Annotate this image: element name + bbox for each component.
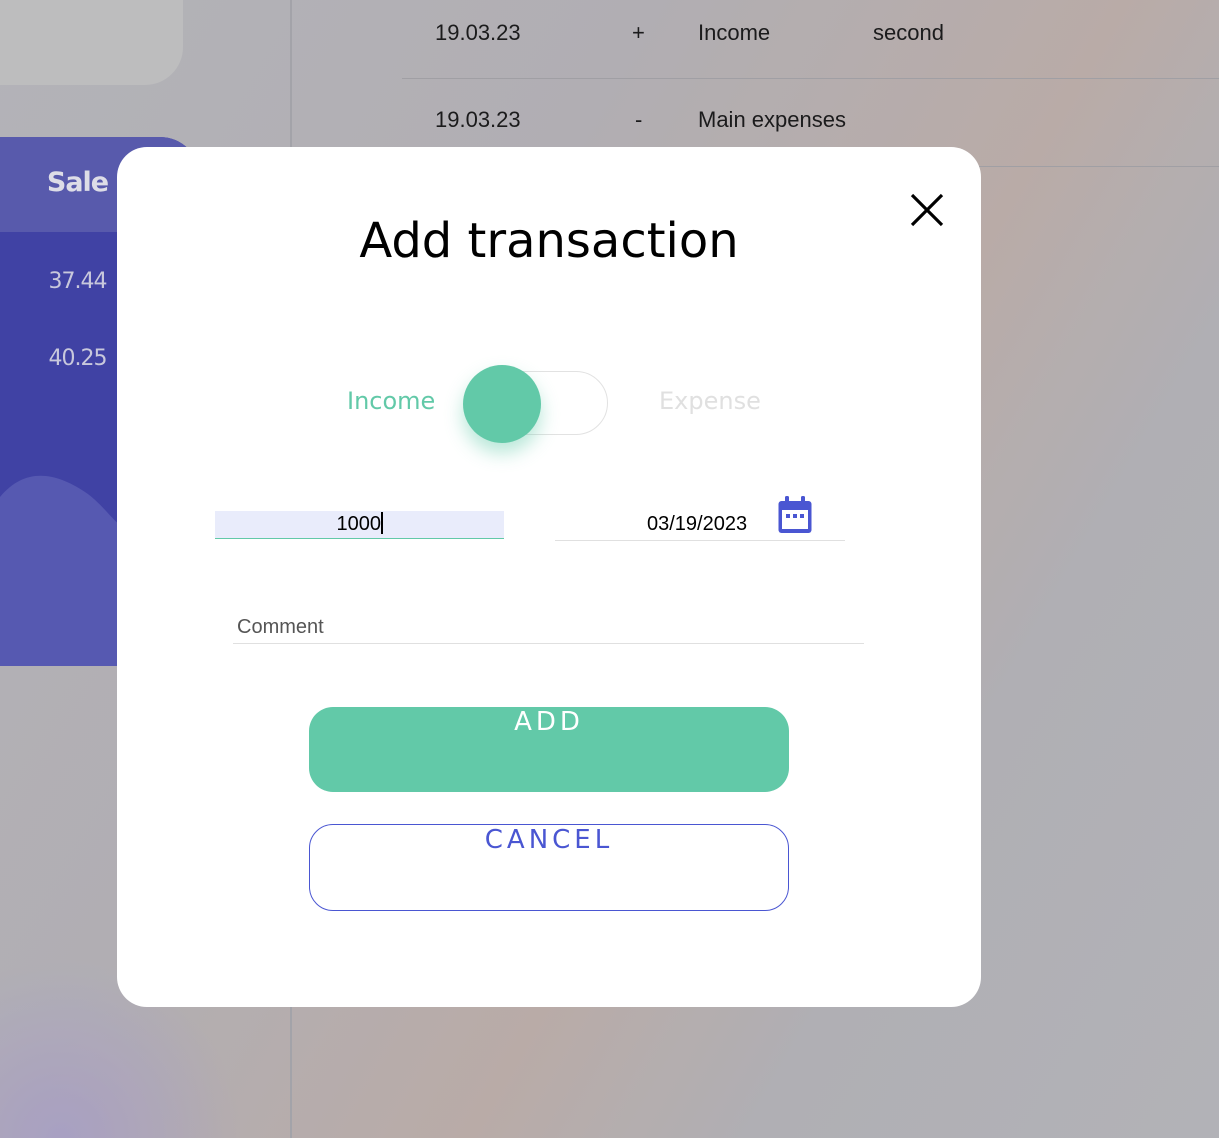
amount-value: 1000 xyxy=(336,513,382,535)
toggle-knob[interactable] xyxy=(463,365,541,443)
income-label[interactable]: Income xyxy=(347,387,435,415)
date-input[interactable]: 03/19/2023 xyxy=(555,496,845,541)
add-button[interactable]: ADD xyxy=(309,707,789,792)
add-transaction-modal: Add transaction Income Expense 1000 03/1… xyxy=(117,147,981,1007)
calendar-icon[interactable] xyxy=(777,495,813,539)
comment-placeholder: Comment xyxy=(237,616,324,638)
text-caret xyxy=(381,512,383,534)
cancel-button[interactable]: CANCEL xyxy=(309,824,789,911)
modal-title: Add transaction xyxy=(359,213,739,269)
expense-label[interactable]: Expense xyxy=(659,387,761,415)
date-value: 03/19/2023 xyxy=(647,513,748,535)
close-icon[interactable] xyxy=(910,193,944,227)
comment-field[interactable]: Comment xyxy=(233,613,864,644)
amount-input[interactable]: 1000 xyxy=(215,511,504,539)
